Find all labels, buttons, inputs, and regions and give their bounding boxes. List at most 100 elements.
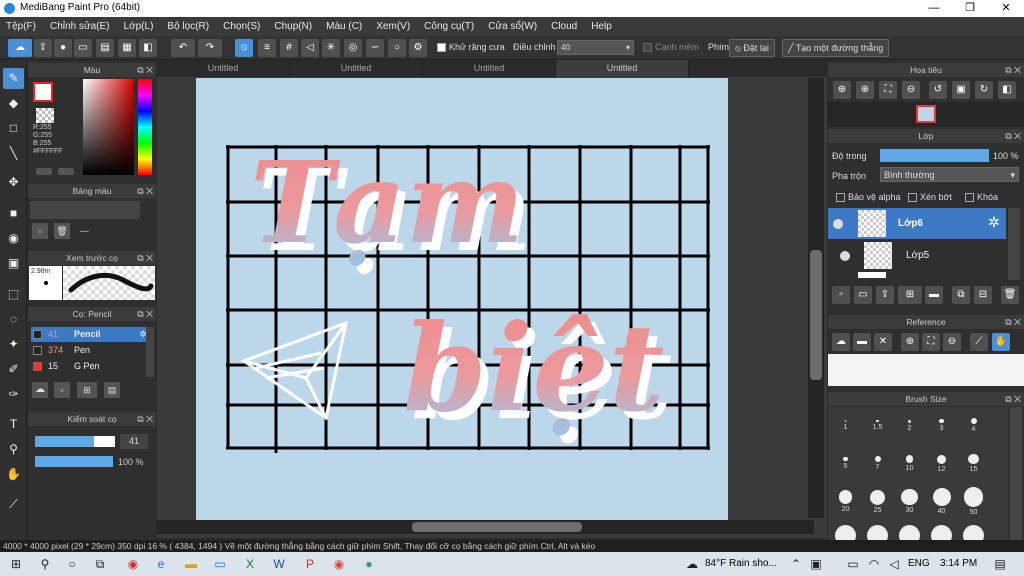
excel-icon[interactable]: X bbox=[242, 556, 258, 572]
chevron-up-icon[interactable]: ⌃ bbox=[788, 556, 804, 572]
ref-zoom-in-icon[interactable]: ⊕ bbox=[901, 333, 919, 351]
panel-close-icon[interactable]: ⧉ ✕ bbox=[1005, 392, 1021, 406]
speech-bubble-icon[interactable]: ● bbox=[54, 39, 72, 57]
brush-size-cell[interactable]: 7 bbox=[862, 447, 893, 478]
settings-snap-icon[interactable]: ⚙ bbox=[409, 39, 427, 57]
duplicate-layer-icon[interactable]: ⧉ bbox=[952, 286, 970, 304]
menu-cloud[interactable]: Cloud bbox=[551, 21, 577, 32]
task-view-icon[interactable]: ⧉ bbox=[92, 556, 108, 572]
wifi-icon[interactable]: ◠ bbox=[866, 556, 882, 572]
delete-layer-icon[interactable]: 🗑 bbox=[1001, 286, 1019, 304]
line-tool-icon[interactable]: ╲ bbox=[3, 143, 24, 164]
minimize-button[interactable]: — bbox=[916, 0, 952, 17]
radial-snap-icon[interactable]: ✳ bbox=[322, 39, 340, 57]
palette-list[interactable] bbox=[30, 201, 140, 219]
brush-size-field[interactable]: 41 bbox=[120, 434, 148, 449]
adjust-select[interactable]: 40 ▾ bbox=[557, 40, 634, 55]
eraser-tool-icon[interactable]: ◆ bbox=[3, 93, 24, 114]
brush-size-cell[interactable] bbox=[862, 523, 893, 540]
search-icon[interactable]: ⚲ bbox=[37, 556, 53, 572]
maximize-button[interactable]: ❐ bbox=[952, 0, 988, 17]
ref-hand-icon[interactable]: ✋ bbox=[992, 333, 1010, 351]
menu-tools[interactable]: Công cụ(T) bbox=[424, 21, 474, 32]
parallel-snap-icon[interactable]: ≡ bbox=[258, 39, 276, 57]
move-tool-icon[interactable]: ✥ bbox=[3, 172, 24, 193]
pages-icon[interactable]: ▦ bbox=[118, 39, 136, 57]
new-layer-2-icon[interactable]: ▭ bbox=[854, 286, 872, 304]
select-pen-icon[interactable]: ✐ bbox=[3, 359, 24, 380]
select-eraser-icon[interactable]: ✑ bbox=[3, 384, 24, 405]
tab-untitled-2[interactable]: Untitled bbox=[290, 60, 423, 77]
perspective-snap-icon[interactable]: ◁ bbox=[301, 39, 319, 57]
panel-close-icon[interactable]: ⧉ ✕ bbox=[1005, 63, 1021, 77]
snap-off-icon[interactable]: ⦸ bbox=[235, 39, 253, 57]
medibang-taskbar-icon[interactable]: ● bbox=[361, 556, 377, 572]
brush-tool-icon[interactable]: ✎ bbox=[3, 68, 24, 89]
powerpoint-icon[interactable]: P bbox=[302, 556, 318, 572]
horizontal-scroll-thumb[interactable] bbox=[412, 522, 582, 532]
layer-item-lop5[interactable]: Lớp5 bbox=[828, 240, 1006, 271]
gradient-tool-icon[interactable]: ▣ bbox=[3, 253, 24, 274]
brush-size-cell[interactable]: 2 bbox=[894, 409, 925, 440]
menu-help[interactable]: Help bbox=[591, 21, 612, 32]
concentric-snap-icon[interactable]: ◎ bbox=[344, 39, 362, 57]
zoom-out-icon[interactable]: ⊖ bbox=[902, 81, 920, 99]
brush-size-slider[interactable] bbox=[35, 436, 115, 447]
menu-view[interactable]: Xem(V) bbox=[376, 21, 410, 32]
brush-item-pencil[interactable]: 41 Pencil ✲ bbox=[31, 327, 151, 342]
eyedropper-tool-icon[interactable]: ⟋ bbox=[3, 494, 24, 515]
tab-untitled-3[interactable]: Untitled bbox=[423, 60, 556, 77]
menu-filter[interactable]: Bộ lọc(R) bbox=[167, 21, 209, 32]
actual-size-icon[interactable]: ▣ bbox=[952, 81, 970, 99]
word-icon[interactable]: W bbox=[271, 556, 287, 572]
brush-size-cell[interactable]: 3 bbox=[926, 409, 957, 440]
hand-tool-icon[interactable]: ✋ bbox=[3, 464, 24, 485]
tab-untitled-1[interactable]: Untitled bbox=[157, 60, 290, 77]
ref-fit-icon[interactable]: ⛶ bbox=[922, 333, 940, 351]
menu-layer[interactable]: Lớp(L) bbox=[124, 21, 154, 32]
brush-size-cell[interactable]: 4 bbox=[958, 409, 989, 440]
brush-size-cell[interactable]: 25 bbox=[862, 485, 893, 516]
menu-color[interactable]: Màu (C) bbox=[326, 21, 362, 32]
grid-snap-icon[interactable]: # bbox=[280, 39, 298, 57]
weather-text[interactable]: 84°F Rain sho... bbox=[705, 558, 777, 569]
antialias-checkbox[interactable]: Khử răng cưa bbox=[437, 42, 505, 53]
menu-file[interactable]: Tệp(F) bbox=[6, 21, 36, 32]
language-indicator[interactable]: ENG bbox=[908, 558, 930, 569]
clipping-checkbox[interactable]: Xén bớt bbox=[908, 192, 952, 203]
cloud-brush-icon[interactable]: ☁ bbox=[32, 382, 48, 398]
text-tool-icon[interactable]: T bbox=[3, 414, 24, 435]
brush-size-cell[interactable]: 15 bbox=[958, 447, 989, 478]
brush-size-cell[interactable]: 5 bbox=[830, 447, 861, 478]
panel-close-icon[interactable]: ⧉ ✕ bbox=[137, 307, 153, 321]
menu-edit[interactable]: Chỉnh sửa(E) bbox=[50, 21, 110, 32]
trash-icon[interactable]: 🗑 bbox=[54, 223, 70, 239]
brush-list-scrollbar[interactable] bbox=[146, 327, 154, 377]
brush-item-pen[interactable]: 374 Pen bbox=[31, 343, 151, 358]
brush-settings-icon[interactable]: ▤ bbox=[104, 382, 120, 398]
ref-zoom-out-icon[interactable]: ⊖ bbox=[943, 333, 961, 351]
visibility-icon[interactable] bbox=[833, 219, 843, 229]
brush-size-cell[interactable]: 10 bbox=[894, 447, 925, 478]
rotate-left-icon[interactable]: ↺ bbox=[929, 81, 947, 99]
straight-line-button[interactable]: ╱ Tạo một đường thẳng bbox=[782, 39, 890, 57]
brush-size-cell[interactable]: 30 bbox=[894, 485, 925, 516]
undo-icon[interactable]: ↶ bbox=[171, 39, 195, 57]
drawing-canvas[interactable]: Tạm Tạm biệt biệt bbox=[196, 78, 728, 520]
chrome-icon[interactable]: ◉ bbox=[331, 556, 347, 572]
layer-list-scrollbar[interactable] bbox=[1008, 208, 1020, 280]
select-tool-icon[interactable]: ⬚ bbox=[3, 284, 24, 305]
new-layer-icon[interactable]: ▫ bbox=[832, 286, 850, 304]
foreground-color-swatch[interactable] bbox=[33, 82, 53, 102]
brush-size-cell[interactable]: 1 bbox=[830, 409, 861, 440]
battery-icon[interactable]: ▭ bbox=[845, 556, 861, 572]
brush-size-cell[interactable]: 1.5 bbox=[862, 409, 893, 440]
panel-close-icon[interactable]: ⧉ ✕ bbox=[137, 251, 153, 265]
magic-wand-icon[interactable]: ✦ bbox=[3, 334, 24, 355]
reset-button[interactable]: ⦸ Đặt lại bbox=[729, 39, 775, 57]
layer-opacity-slider[interactable] bbox=[880, 149, 989, 162]
color-swap-button[interactable] bbox=[58, 168, 74, 175]
brush-size-cell[interactable] bbox=[894, 523, 925, 540]
bucket-tool-icon[interactable]: ◉ bbox=[3, 228, 24, 249]
flip-icon[interactable]: ◧ bbox=[998, 81, 1016, 99]
